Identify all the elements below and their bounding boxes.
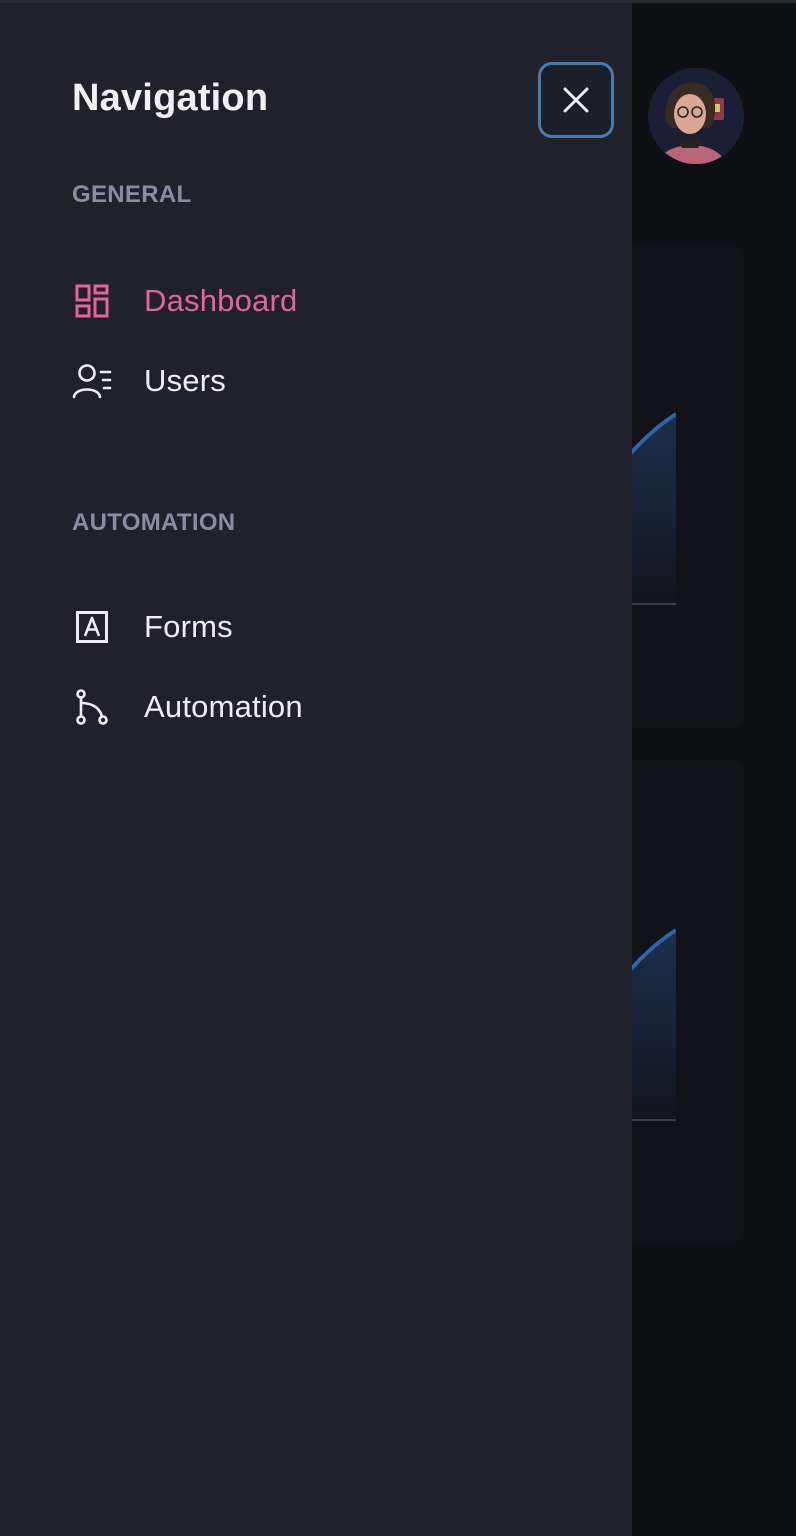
- branch-icon: [72, 687, 112, 727]
- close-icon: [563, 87, 589, 113]
- nav-item-label: Users: [144, 363, 226, 398]
- form-letter-icon: [72, 607, 112, 647]
- nav-item-forms[interactable]: Forms: [72, 599, 552, 655]
- nav-item-label: Dashboard: [144, 283, 298, 318]
- nav-item-label: Automation: [144, 689, 303, 724]
- drawer-title: Navigation: [72, 77, 269, 119]
- avatar-portrait-icon: [648, 68, 744, 164]
- nav-item-automation[interactable]: Automation: [72, 679, 552, 735]
- nav-item-dashboard[interactable]: Dashboard: [72, 273, 552, 329]
- section-label-general: GENERAL: [72, 181, 192, 208]
- dashboard-icon: [72, 281, 112, 321]
- nav-item-users[interactable]: Users: [72, 353, 552, 409]
- nav-item-label: Forms: [144, 609, 233, 644]
- navigation-drawer: Navigation GENERAL Dashboard Users AUTOM…: [0, 3, 632, 1536]
- app-page: Navigation GENERAL Dashboard Users AUTOM…: [0, 0, 796, 1536]
- user-avatar[interactable]: [648, 68, 744, 164]
- users-list-icon: [72, 361, 112, 401]
- section-label-automation: AUTOMATION: [72, 509, 236, 536]
- close-drawer-button[interactable]: [538, 62, 614, 138]
